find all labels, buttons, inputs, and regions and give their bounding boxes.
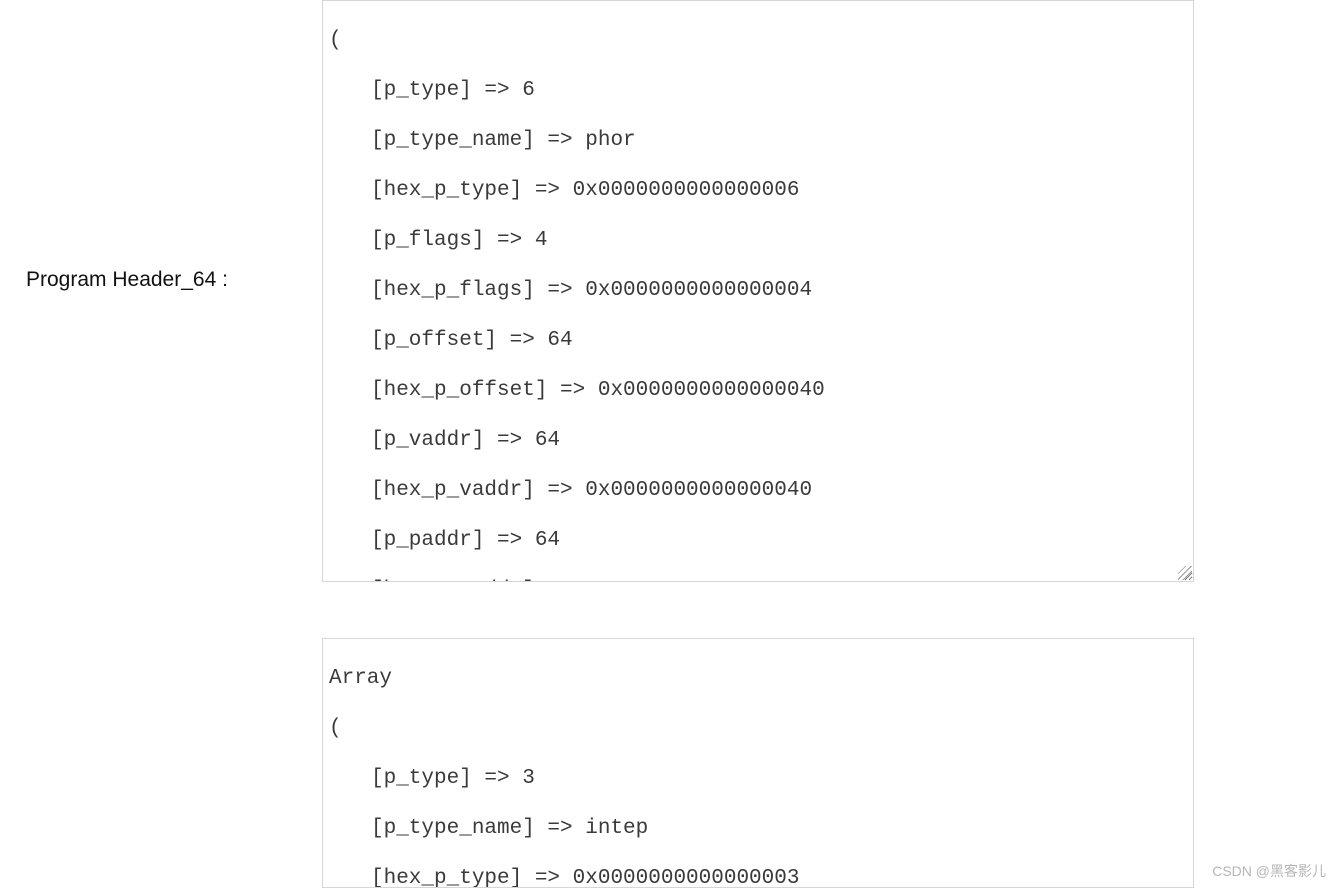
output-line: [p_type] => 3 (329, 766, 1187, 791)
output-line: [hex_p_vaddr] => 0x0000000000000040 (329, 478, 1187, 503)
output-line: [hex_p_type] => 0x0000000000000003 (329, 866, 1187, 888)
page-root: Program Header_64 : ( [p_type] => 6 [p_t… (0, 0, 1344, 891)
output-line: [p_offset] => 64 (329, 328, 1187, 353)
paren-open: ( (329, 716, 1187, 741)
output-line: [hex_p_flags] => 0x0000000000000004 (329, 278, 1187, 303)
paren-open: ( (329, 28, 1187, 53)
output-line: [p_vaddr] => 64 (329, 428, 1187, 453)
output-line: [p_paddr] => 64 (329, 528, 1187, 553)
output-line: [hex_p_paddr] => 0x0000000000000040 (329, 578, 1187, 582)
output-line: [p_type_name] => intep (329, 816, 1187, 841)
output-line: [p_type_name] => phor (329, 128, 1187, 153)
output-line: [hex_p_type] => 0x0000000000000006 (329, 178, 1187, 203)
code-output-box-2[interactable]: Array ( [p_type] => 3 [p_type_name] => i… (322, 638, 1194, 888)
output-line: [hex_p_offset] => 0x0000000000000040 (329, 378, 1187, 403)
right-column: ( [p_type] => 6 [p_type_name] => phor [h… (322, 0, 1344, 891)
output-line: [p_type] => 6 (329, 78, 1187, 103)
code-output-box-1[interactable]: ( [p_type] => 6 [p_type_name] => phor [h… (322, 0, 1194, 582)
output-line: [p_flags] => 4 (329, 228, 1187, 253)
array-header: Array (329, 666, 1187, 691)
left-column: Program Header_64 : (26, 0, 322, 891)
section-label-program-header-64: Program Header_64 : (26, 268, 228, 292)
